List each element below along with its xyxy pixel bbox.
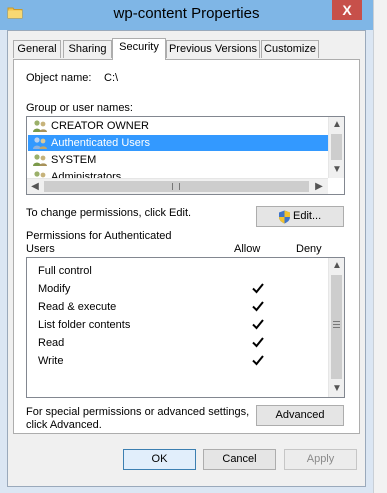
- advanced-text-line1: For special permissions or advanced sett…: [26, 406, 250, 418]
- checkmark-icon: [252, 319, 264, 330]
- change-permissions-text: To change permissions, click Edit.: [26, 207, 192, 219]
- permissions-list[interactable]: Full control Modify Read & execute List …: [26, 257, 345, 398]
- permission-row-read-execute: Read & execute: [38, 298, 323, 316]
- object-name-value: C:\: [104, 72, 119, 84]
- apply-button[interactable]: Apply: [284, 449, 357, 470]
- permission-name: List folder contents: [38, 319, 131, 331]
- window-title: wp-content Properties: [113, 5, 260, 22]
- user-name: Administrators: [51, 171, 122, 178]
- users-vertical-scrollbar[interactable]: ▲ ▼: [328, 117, 344, 178]
- scroll-down-icon[interactable]: ▼: [329, 381, 344, 397]
- dialog-client-area: General Sharing Security Previous Versio…: [7, 30, 366, 487]
- close-button[interactable]: X: [332, 0, 362, 20]
- list-item-authenticated-users[interactable]: Authenticated Users: [28, 135, 328, 151]
- allow-column-header: Allow: [234, 243, 261, 255]
- permissions-title-line1: Permissions for Authenticated: [26, 230, 172, 242]
- scroll-right-icon[interactable]: ▶: [311, 179, 327, 194]
- edit-button-label: Edit...: [293, 210, 322, 222]
- permission-name: Full control: [38, 265, 92, 277]
- users-icon: [34, 171, 46, 178]
- title-bar[interactable]: wp-content Properties X: [0, 0, 373, 30]
- shield-icon: [279, 210, 290, 224]
- user-name: CREATOR OWNER: [51, 120, 149, 132]
- user-name: Authenticated Users: [51, 137, 151, 149]
- properties-window: wp-content Properties X General Sharing …: [0, 0, 373, 493]
- users-icon: [33, 154, 47, 166]
- dialog-button-bar: OK Cancel Apply: [8, 441, 365, 486]
- object-name-label: Object name:: [26, 72, 92, 84]
- grip-line: [333, 321, 340, 322]
- checkmark-icon: [252, 355, 264, 366]
- tab-sharing[interactable]: Sharing: [63, 40, 112, 58]
- list-item-system[interactable]: SYSTEM: [28, 152, 328, 168]
- background-window-strip: [373, 0, 387, 493]
- advanced-button[interactable]: Advanced: [256, 405, 344, 426]
- scroll-down-icon[interactable]: ▼: [329, 162, 344, 178]
- permission-row-modify: Modify: [38, 280, 323, 298]
- grip-icon: [172, 183, 180, 190]
- tab-customize[interactable]: Customize: [261, 40, 319, 58]
- user-name: SYSTEM: [51, 154, 97, 166]
- permission-row-full-control: Full control: [38, 262, 323, 280]
- tab-general[interactable]: General: [13, 40, 61, 58]
- permission-row-list-folder-contents: List folder contents: [38, 316, 323, 334]
- users-horizontal-scrollbar[interactable]: ◀ ▶: [27, 178, 328, 194]
- checkmark-icon: [252, 301, 264, 312]
- checkmark-icon: [252, 283, 264, 294]
- permission-name: Modify: [38, 283, 71, 295]
- scrollbar-thumb[interactable]: [331, 275, 342, 379]
- scroll-left-icon[interactable]: ◀: [27, 179, 43, 194]
- tab-security[interactable]: Security: [112, 38, 166, 60]
- checkmark-icon: [252, 337, 264, 348]
- list-item-creator-owner[interactable]: CREATOR OWNER: [28, 118, 328, 134]
- users-icon: [33, 120, 47, 132]
- users-icon: [33, 137, 47, 149]
- permission-row-read: Read: [38, 334, 323, 352]
- group-names-label: Group or user names:: [26, 102, 133, 114]
- advanced-text-line2: click Advanced.: [26, 419, 102, 431]
- scroll-up-icon[interactable]: ▲: [329, 258, 344, 274]
- edit-button[interactable]: Edit...: [256, 206, 344, 227]
- permission-name: Read & execute: [38, 301, 117, 313]
- deny-column-header: Deny: [296, 243, 322, 255]
- list-item-administrators[interactable]: Administrators: [28, 169, 328, 178]
- permissions-vertical-scrollbar[interactable]: ▲ ▼: [328, 258, 344, 397]
- permission-name: Write: [38, 355, 64, 367]
- tab-previous-versions[interactable]: Previous Versions: [166, 40, 260, 58]
- security-tab-panel: Object name: C:\ Group or user names: CR…: [13, 59, 360, 434]
- permission-row-write: Write: [38, 352, 323, 370]
- ok-button[interactable]: OK: [123, 449, 196, 470]
- grip-line: [333, 327, 340, 328]
- permissions-title-line2: Users: [26, 243, 55, 255]
- grip-line: [333, 324, 340, 325]
- scrollbar-thumb[interactable]: [44, 181, 309, 192]
- cancel-button[interactable]: Cancel: [203, 449, 276, 470]
- scrollbar-thumb[interactable]: [331, 134, 342, 160]
- scroll-up-icon[interactable]: ▲: [329, 117, 344, 133]
- group-user-list[interactable]: CREATOR OWNER Authenticated Users SYSTEM…: [26, 116, 345, 195]
- permission-name: Read: [38, 337, 65, 349]
